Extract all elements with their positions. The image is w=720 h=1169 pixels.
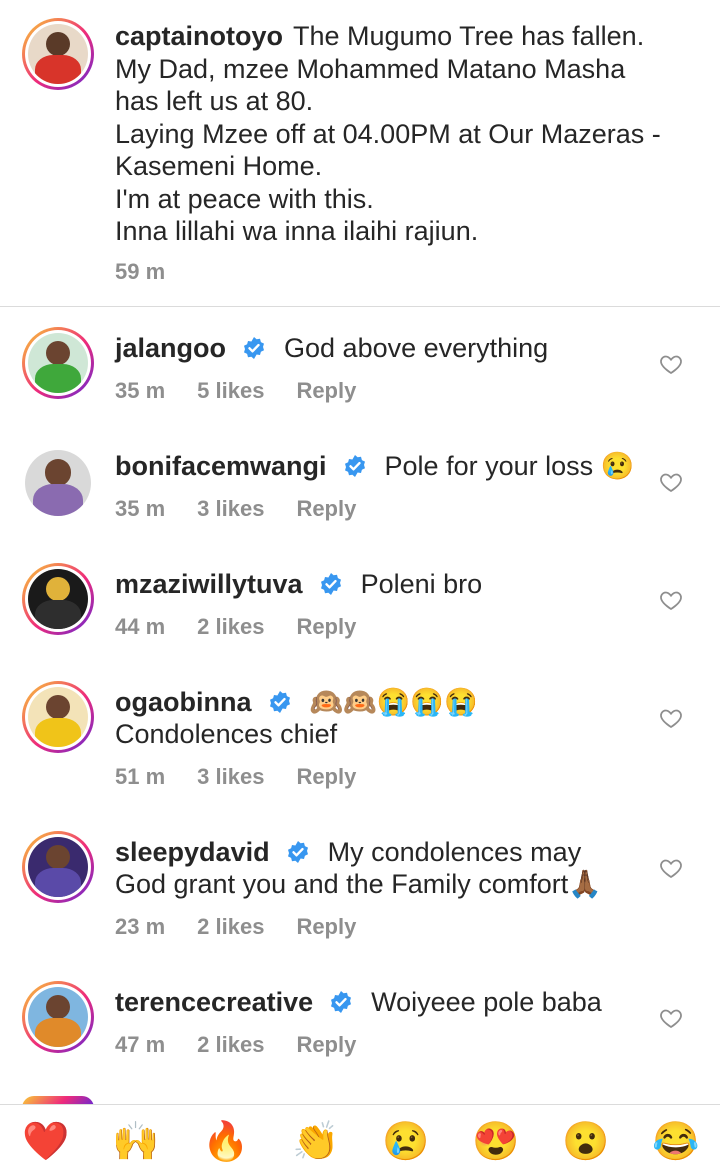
- verified-badge-icon: [331, 991, 352, 1013]
- quick-reactions-bar: ❤️ 🙌 🔥 👏 😢 😍 😮 😂: [0, 1104, 720, 1169]
- comment-likes[interactable]: 2 likes: [197, 614, 264, 639]
- reply-button[interactable]: Reply: [296, 1032, 356, 1057]
- comment-time: 35 m: [115, 378, 166, 403]
- comment-username[interactable]: terencecreative: [115, 987, 313, 1017]
- comment-likes[interactable]: 2 likes: [197, 914, 264, 939]
- comment-time: 44 m: [115, 614, 166, 639]
- caption-line: I'm at peace with this.: [115, 183, 374, 214]
- caption: captainotoyo The Mugumo Tree has fallen. …: [115, 20, 705, 248]
- reaction-fire-icon[interactable]: 🔥: [202, 1119, 249, 1165]
- caption-line: has left us at 80.: [115, 86, 314, 116]
- comment-avatar[interactable]: [22, 681, 94, 753]
- reply-button[interactable]: Reply: [296, 764, 356, 789]
- comment-text: Pole for your loss 😢: [384, 451, 635, 481]
- caption-line: My Dad, mzee Mohammed Matano Masha: [115, 53, 626, 84]
- reaction-heart-eyes-icon[interactable]: 😍: [472, 1119, 519, 1165]
- comment-likes[interactable]: 3 likes: [197, 764, 264, 789]
- comment-text: Poleni bro: [360, 569, 483, 599]
- comment-avatar[interactable]: [22, 563, 94, 635]
- reaction-crying-icon[interactable]: 😢: [382, 1119, 429, 1165]
- comment-username[interactable]: jalangoo: [115, 333, 226, 363]
- comment-text: God above everything: [284, 333, 549, 363]
- comment-meta: 35 m 5 likes Reply: [115, 378, 388, 404]
- like-heart-icon[interactable]: [659, 706, 683, 730]
- divider: [0, 306, 720, 307]
- comment-text-block: mzaziwillytuva Poleni bro: [115, 568, 635, 600]
- verified-badge-icon: [344, 455, 365, 477]
- caption-username[interactable]: captainotoyo: [115, 21, 283, 51]
- comment-username[interactable]: bonifacemwangi: [115, 451, 327, 481]
- reaction-raised-hands-icon[interactable]: 🙌: [112, 1119, 159, 1165]
- comment-meta: 47 m 2 likes Reply: [115, 1032, 388, 1058]
- comment-time: 51 m: [115, 764, 166, 789]
- like-heart-icon[interactable]: [659, 352, 683, 376]
- reply-button[interactable]: Reply: [296, 496, 356, 521]
- comment-meta: 23 m 2 likes Reply: [115, 914, 388, 940]
- comment-text-block: sleepydavid My condolences may God grant …: [115, 836, 625, 900]
- comment-meta: 51 m 3 likes Reply: [115, 764, 388, 790]
- like-heart-icon[interactable]: [659, 588, 683, 612]
- comment-username[interactable]: sleepydavid: [115, 837, 270, 867]
- comment-time: 23 m: [115, 914, 166, 939]
- reaction-laughing-icon[interactable]: 😂: [652, 1119, 699, 1165]
- comment-avatar[interactable]: [22, 447, 94, 519]
- comment-meta: 35 m 3 likes Reply: [115, 496, 388, 522]
- verified-badge-icon: [320, 573, 341, 595]
- reply-button[interactable]: Reply: [296, 614, 356, 639]
- reply-button[interactable]: Reply: [296, 378, 356, 403]
- caption-time: 59 m: [115, 259, 166, 284]
- like-heart-icon[interactable]: [659, 470, 683, 494]
- comment-text-block: bonifacemwangi Pole for your loss 😢: [115, 450, 635, 482]
- comment-time: 35 m: [115, 496, 166, 521]
- comment-avatar[interactable]: [22, 981, 94, 1053]
- comment-text-block: terencecreative Woiyeee pole baba: [115, 986, 635, 1018]
- comment-text: Woiyeee pole baba: [371, 987, 602, 1017]
- reaction-surprised-icon[interactable]: 😮: [562, 1119, 609, 1165]
- comment-likes[interactable]: 5 likes: [197, 378, 264, 403]
- reply-button[interactable]: Reply: [296, 914, 356, 939]
- comment-likes[interactable]: 2 likes: [197, 1032, 264, 1057]
- verified-badge-icon: [244, 337, 265, 359]
- comment-username[interactable]: mzaziwillytuva: [115, 569, 303, 599]
- reaction-heart-icon[interactable]: ❤️: [22, 1119, 69, 1165]
- like-heart-icon[interactable]: [659, 1006, 683, 1030]
- caption-avatar[interactable]: [22, 18, 94, 90]
- caption-line: Inna lillahi wa inna ilaihi rajiun.: [115, 216, 479, 246]
- reaction-clap-icon[interactable]: 👏: [292, 1119, 339, 1165]
- comment-likes[interactable]: 3 likes: [197, 496, 264, 521]
- verified-badge-icon: [269, 691, 290, 713]
- comment-avatar[interactable]: [22, 831, 94, 903]
- caption-line: The Mugumo Tree has fallen.: [293, 21, 645, 51]
- comment-avatar[interactable]: [22, 327, 94, 399]
- comment-username[interactable]: ogaobinna: [115, 687, 252, 717]
- comment-text-block: ogaobinna 🙉🙉😭😭😭 Condolences chief: [115, 686, 625, 750]
- verified-badge-icon: [287, 841, 308, 863]
- comment-text-block: jalangoo God above everything: [115, 332, 635, 364]
- like-heart-icon[interactable]: [659, 856, 683, 880]
- comment-time: 47 m: [115, 1032, 166, 1057]
- caption-line: Laying Mzee off at 04.00PM at Our Mazera…: [115, 118, 661, 149]
- comment-meta: 44 m 2 likes Reply: [115, 614, 388, 640]
- caption-line: Kasemeni Home.: [115, 151, 323, 181]
